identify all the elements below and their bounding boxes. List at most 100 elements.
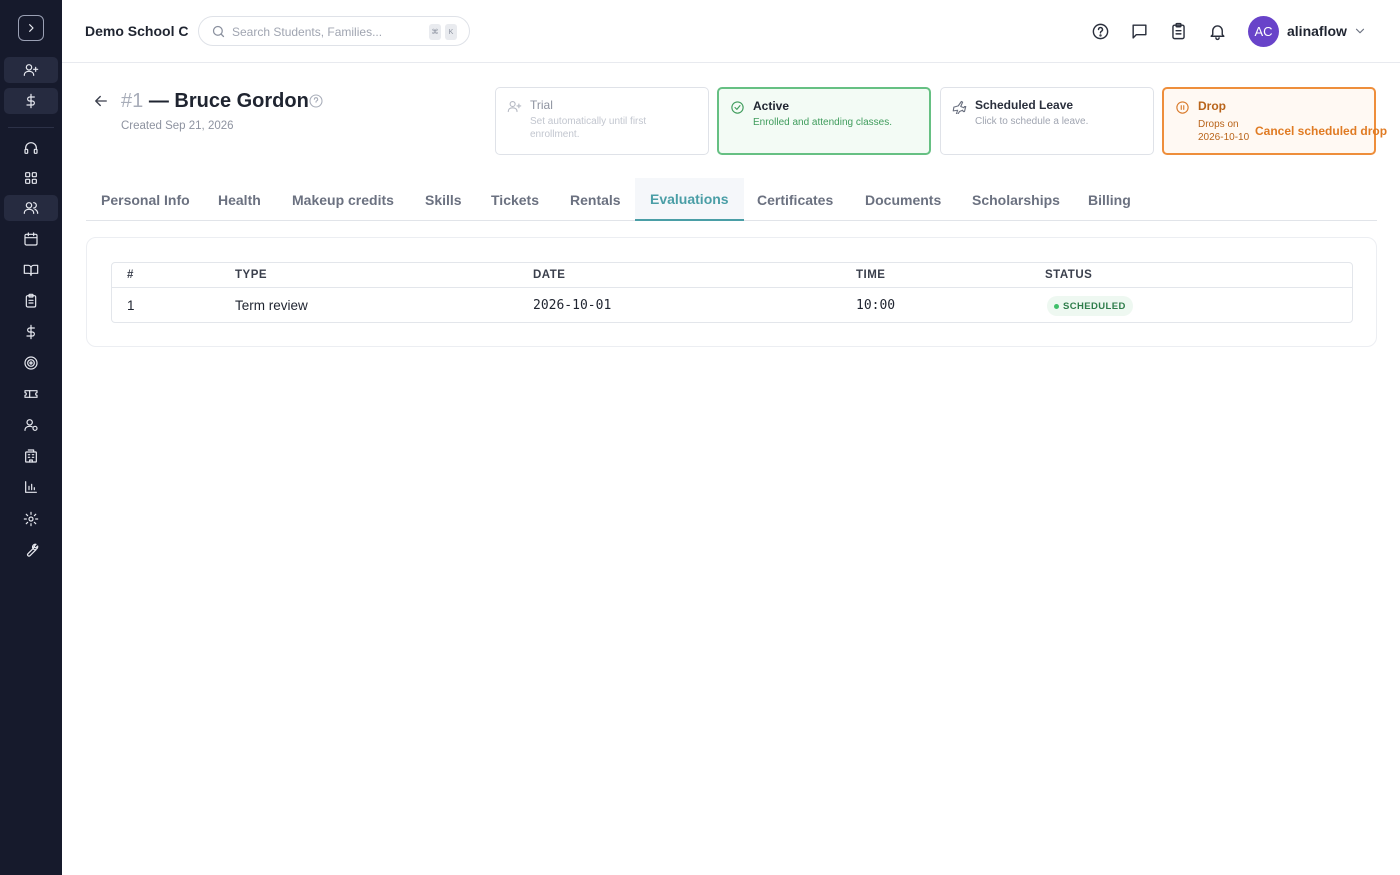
tab-health[interactable]: Health	[203, 178, 276, 221]
clipboard-icon	[25, 293, 37, 308]
sidebar-item-staff[interactable]	[4, 412, 58, 438]
sidebar-item-dashboard[interactable]	[4, 165, 58, 191]
search-input[interactable]	[232, 22, 422, 42]
user-settings-icon	[24, 419, 38, 431]
building-icon	[25, 449, 37, 463]
column-header-type[interactable]: TYPE	[235, 269, 267, 281]
gear-icon	[23, 511, 39, 527]
sidebar-item-reports[interactable]	[4, 474, 58, 500]
tab-certificates[interactable]: Certificates	[742, 178, 848, 221]
evaluations-panel: # TYPE DATE TIME STATUS 1 Term review 20…	[86, 237, 1377, 347]
chevron-right-icon	[29, 24, 34, 32]
student-name: Bruce Gordon	[174, 90, 309, 112]
status-card-title: Trial	[530, 98, 553, 112]
plane-icon	[952, 100, 967, 116]
status-card-drop[interactable]: Drop Drops on 2026-10-10 Cancel schedule…	[1162, 87, 1387, 155]
sidebar-divider	[8, 127, 54, 128]
cell-type: Term review	[235, 298, 308, 313]
student-number: #1	[121, 90, 144, 112]
status-card-desc: Drops on 2026-10-10	[1198, 119, 1250, 143]
sidebar-item-support[interactable]	[4, 135, 58, 161]
tab-personal-info[interactable]: Personal Info	[86, 178, 205, 221]
top-bar: Demo School C ⌘ K AC alinaflow	[62, 0, 1400, 63]
help-button[interactable]	[1088, 19, 1112, 43]
column-header-date[interactable]: DATE	[533, 269, 565, 281]
sidebar-item-calendar[interactable]	[4, 226, 58, 252]
sidebar-item-tools[interactable]	[4, 537, 58, 563]
sidebar-item-tasks[interactable]	[4, 288, 58, 314]
tasks-button[interactable]	[1166, 19, 1190, 43]
created-date: Created Sep 21, 2026	[121, 120, 234, 132]
add-user-icon	[23, 64, 39, 76]
page-title: #1 — Bruce Gordon	[121, 90, 309, 113]
title-separator: —	[148, 90, 169, 112]
calendar-icon	[24, 232, 38, 246]
sidebar-item-classes[interactable]	[4, 257, 58, 283]
help-circle-icon	[309, 94, 323, 108]
tab-evaluations[interactable]: Evaluations	[635, 178, 744, 221]
student-help-button[interactable]	[308, 93, 324, 109]
avatar[interactable]: AC	[1248, 16, 1279, 47]
search-icon	[212, 25, 225, 38]
tab-skills[interactable]: Skills	[410, 178, 477, 221]
table-header: # TYPE DATE TIME STATUS	[112, 263, 1352, 288]
status-card-title: Drop	[1198, 99, 1226, 113]
sidebar-item-billing[interactable]	[4, 319, 58, 345]
status-card-title: Scheduled Leave	[975, 98, 1074, 112]
sidebar-item-settings[interactable]	[4, 506, 58, 532]
status-card-trial[interactable]: Trial Set automatically until first enro…	[495, 87, 709, 155]
help-circle-icon	[1092, 23, 1108, 39]
shortcut-key-cmd: ⌘	[429, 24, 441, 40]
dollar-icon	[26, 93, 35, 109]
user-menu-button[interactable]	[1353, 24, 1367, 38]
bell-icon	[1209, 24, 1225, 40]
headset-icon	[24, 142, 38, 154]
status-card-desc: Set automatically until first enrollment…	[530, 116, 647, 140]
sidebar-item-locations[interactable]	[4, 443, 58, 469]
sidebar-item-finance[interactable]	[4, 88, 58, 114]
students-icon	[23, 202, 39, 214]
column-header-status[interactable]: STATUS	[1045, 269, 1092, 281]
cell-time: 10:00	[856, 298, 896, 313]
messages-button[interactable]	[1127, 19, 1151, 43]
grid-icon	[25, 172, 37, 184]
sidebar-expand-button[interactable]	[18, 15, 44, 41]
check-circle-icon	[731, 101, 744, 114]
status-card-title: Active	[753, 99, 790, 113]
status-card-scheduled-leave[interactable]: Scheduled Leave Click to schedule a leav…	[940, 87, 1154, 155]
column-header-number[interactable]: #	[127, 269, 134, 281]
sidebar-item-add-user[interactable]	[4, 57, 58, 83]
shortcut-key-k: K	[445, 24, 457, 40]
tab-scholarships[interactable]: Scholarships	[957, 178, 1075, 221]
table-row[interactable]: 1 Term review 2026-10-01 10:00 SCHEDULED	[112, 288, 1352, 323]
sidebar-item-goals[interactable]	[4, 350, 58, 376]
back-button[interactable]	[92, 92, 110, 110]
status-card-active[interactable]: Active Enrolled and attending classes.	[717, 87, 931, 155]
notifications-button[interactable]	[1205, 19, 1229, 43]
chevron-down-icon	[1355, 28, 1365, 34]
book-icon	[23, 264, 39, 276]
tab-documents[interactable]: Documents	[850, 178, 956, 221]
arrow-left-icon	[95, 95, 107, 107]
target-icon	[24, 356, 38, 370]
tab-rentals[interactable]: Rentals	[555, 178, 636, 221]
profile-tabs: Personal Info Health Makeup credits Skil…	[86, 178, 1377, 221]
school-name[interactable]: Demo School C	[85, 23, 188, 39]
global-search[interactable]: ⌘ K	[198, 16, 470, 46]
cancel-scheduled-drop-link[interactable]: Cancel scheduled drop	[1255, 124, 1387, 138]
tab-billing[interactable]: Billing	[1073, 178, 1146, 221]
ticket-icon	[24, 390, 38, 398]
sidebar	[0, 0, 62, 875]
tab-tickets[interactable]: Tickets	[476, 178, 554, 221]
tab-makeup-credits[interactable]: Makeup credits	[277, 178, 409, 221]
wrench-icon	[27, 543, 39, 557]
sidebar-item-students[interactable]	[4, 195, 58, 221]
column-header-time[interactable]: TIME	[856, 269, 885, 281]
pause-circle-icon	[1176, 101, 1189, 114]
user-name[interactable]: alinaflow	[1287, 23, 1347, 39]
status-card-desc: Click to schedule a leave.	[975, 116, 1089, 127]
add-user-icon	[507, 100, 522, 113]
sidebar-item-tickets[interactable]	[4, 381, 58, 407]
clipboard-icon	[1171, 22, 1185, 39]
evaluations-table: # TYPE DATE TIME STATUS 1 Term review 20…	[111, 262, 1353, 323]
